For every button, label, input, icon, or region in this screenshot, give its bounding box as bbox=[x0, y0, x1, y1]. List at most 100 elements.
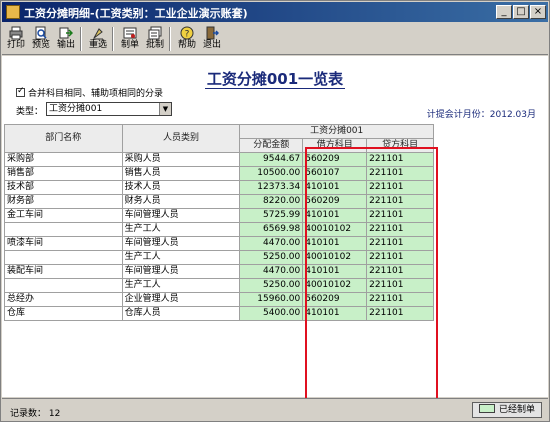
credit-cell: 221101 bbox=[366, 236, 435, 251]
amount-cell: 15960.00 bbox=[239, 292, 304, 307]
export-label: 输出 bbox=[56, 40, 75, 50]
help-label: 帮助 bbox=[177, 40, 196, 50]
accrual-period: 计提会计月份：2012.03月 bbox=[427, 107, 536, 120]
header-credit[interactable]: 贷方科目 bbox=[366, 138, 435, 153]
credit-cell: 221101 bbox=[366, 292, 435, 307]
voucher-status-swatch bbox=[478, 404, 495, 413]
dept-cell: 仓库 bbox=[4, 306, 123, 321]
debit-cell: 40010102 bbox=[302, 222, 368, 237]
toolbar: 打印 预览 输出 重选 制单 批制 ? 帮助 退出 bbox=[2, 23, 548, 55]
print-button[interactable]: 打印 bbox=[4, 25, 28, 53]
table-row[interactable]: 财务部 财务人员 8220.00 560209 221101 bbox=[4, 194, 549, 209]
type-label: 类型： bbox=[16, 107, 44, 117]
debit-cell: 40010102 bbox=[302, 250, 368, 265]
preview-icon bbox=[35, 26, 47, 40]
header-group: 工资分摊001 bbox=[239, 124, 435, 139]
header-spacer bbox=[433, 124, 548, 153]
report-area: 工资分摊001一览表 合并科目相同、辅助项相同的分录 类型： 工资分摊001 ▼… bbox=[2, 56, 549, 413]
amount-cell: 5725.99 bbox=[239, 208, 304, 223]
help-button[interactable]: ? 帮助 bbox=[175, 25, 199, 53]
export-button[interactable]: 输出 bbox=[54, 25, 78, 53]
preview-button[interactable]: 预览 bbox=[29, 25, 53, 53]
debit-cell: 410101 bbox=[302, 208, 368, 223]
maximize-button[interactable]: □ bbox=[513, 5, 529, 19]
table-row[interactable]: 金工车间 车间管理人员 5725.99 410101 221101 bbox=[4, 208, 549, 223]
dept-cell bbox=[4, 250, 123, 265]
batch-voucher-icon bbox=[148, 26, 162, 40]
period-value: 2012.03月 bbox=[489, 110, 536, 120]
print-label: 打印 bbox=[6, 40, 25, 50]
exit-label: 退出 bbox=[202, 40, 221, 50]
credit-cell: 221101 bbox=[366, 152, 435, 167]
minimize-button[interactable]: _ bbox=[496, 5, 512, 19]
category-cell: 企业管理人员 bbox=[121, 292, 241, 307]
category-cell: 销售人员 bbox=[121, 166, 241, 181]
category-cell: 生产工人 bbox=[121, 278, 241, 293]
dept-cell: 技术部 bbox=[4, 180, 123, 195]
voucher-label: 制单 bbox=[120, 40, 139, 50]
debit-cell: 410101 bbox=[302, 236, 368, 251]
exit-icon bbox=[206, 26, 219, 40]
reselect-label: 重选 bbox=[88, 40, 107, 50]
voucher-button[interactable]: 制单 bbox=[118, 25, 142, 53]
app-icon bbox=[6, 5, 20, 19]
category-cell: 车间管理人员 bbox=[121, 236, 241, 251]
chevron-down-icon[interactable]: ▼ bbox=[159, 103, 171, 115]
category-cell: 车间管理人员 bbox=[121, 264, 241, 279]
category-cell: 采购人员 bbox=[121, 152, 241, 167]
amount-cell: 4470.00 bbox=[239, 264, 304, 279]
category-cell: 车间管理人员 bbox=[121, 208, 241, 223]
debit-cell: 560209 bbox=[302, 152, 368, 167]
amount-cell: 5250.00 bbox=[239, 278, 304, 293]
table-row[interactable]: 总经办 企业管理人员 15960.00 560209 221101 bbox=[4, 292, 549, 307]
status-bar: 记录数： 12 已经制单 bbox=[2, 398, 548, 421]
credit-cell: 221101 bbox=[366, 264, 435, 279]
table-row[interactable]: 装配车间 车间管理人员 4470.00 410101 221101 bbox=[4, 264, 549, 279]
title-bar: 工资分摊明细-(工资类别：工业企业演示账套) _ □ × bbox=[2, 2, 548, 22]
dept-cell: 金工车间 bbox=[4, 208, 123, 223]
table-row[interactable]: 销售部 销售人员 10500.00 560107 221101 bbox=[4, 166, 549, 181]
dept-cell: 销售部 bbox=[4, 166, 123, 181]
table-row[interactable]: 生产工人 5250.00 40010102 221101 bbox=[4, 250, 549, 265]
credit-cell: 221101 bbox=[366, 278, 435, 293]
amount-cell: 10500.00 bbox=[239, 166, 304, 181]
table-row[interactable]: 生产工人 6569.98 40010102 221101 bbox=[4, 222, 549, 237]
credit-cell: 221101 bbox=[366, 166, 435, 181]
table-row[interactable]: 喷漆车间 车间管理人员 4470.00 410101 221101 bbox=[4, 236, 549, 251]
report-title: 工资分摊001一览表 bbox=[204, 70, 346, 89]
dept-cell: 总经办 bbox=[4, 292, 123, 307]
reselect-icon bbox=[93, 28, 103, 40]
table-row[interactable]: 技术部 技术人员 12373.34 410101 221101 bbox=[4, 180, 549, 195]
amount-cell: 5250.00 bbox=[239, 250, 304, 265]
table-row[interactable]: 仓库 仓库人员 5400.00 410101 221101 bbox=[4, 306, 549, 321]
toolbar-separator bbox=[169, 27, 171, 51]
checkbox-checked-icon[interactable] bbox=[16, 86, 25, 97]
reselect-button[interactable]: 重选 bbox=[86, 25, 110, 53]
amount-cell: 8220.00 bbox=[239, 194, 304, 209]
exit-button[interactable]: 退出 bbox=[200, 25, 224, 53]
debit-cell: 560209 bbox=[302, 194, 368, 209]
toolbar-separator bbox=[80, 27, 82, 51]
close-button[interactable]: × bbox=[530, 5, 546, 19]
voucher-status-badge: 已经制单 bbox=[471, 402, 542, 418]
header-dept[interactable]: 部门名称 bbox=[4, 124, 123, 153]
dept-cell: 财务部 bbox=[4, 194, 123, 209]
printer-icon bbox=[9, 26, 23, 40]
header-amount[interactable]: 分配金额 bbox=[239, 138, 304, 153]
dept-cell: 采购部 bbox=[4, 152, 123, 167]
dept-cell: 喷漆车间 bbox=[4, 236, 123, 251]
table-row[interactable]: 生产工人 5250.00 40010102 221101 bbox=[4, 278, 549, 293]
merge-option-checkbox[interactable]: 合并科目相同、辅助项相同的分录 bbox=[16, 86, 163, 99]
debit-cell: 410101 bbox=[302, 306, 368, 321]
type-select[interactable]: 工资分摊001 ▼ bbox=[46, 102, 172, 116]
category-cell: 生产工人 bbox=[121, 250, 241, 265]
dept-cell bbox=[4, 222, 123, 237]
debit-cell: 410101 bbox=[302, 180, 368, 195]
header-category[interactable]: 人员类别 bbox=[121, 124, 241, 153]
debit-cell: 410101 bbox=[302, 264, 368, 279]
header-debit[interactable]: 借方科目 bbox=[302, 138, 368, 153]
voucher-status-label: 已经制单 bbox=[498, 405, 535, 415]
table-row[interactable]: 采购部 采购人员 9544.67 560209 221101 bbox=[4, 152, 549, 167]
batch-voucher-button[interactable]: 批制 bbox=[143, 25, 167, 53]
amount-cell: 6569.98 bbox=[239, 222, 304, 237]
